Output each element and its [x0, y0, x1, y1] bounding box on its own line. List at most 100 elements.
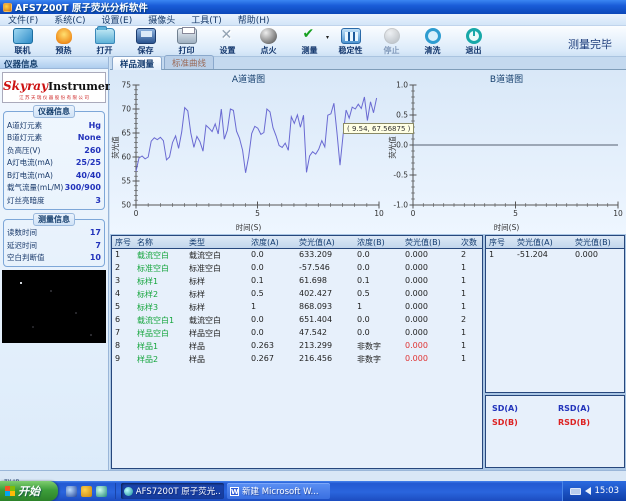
cell-conc-a: 0.0 [248, 262, 296, 275]
instrument-field-row-0: A道灯元素 Hg [7, 119, 101, 132]
cell-name: 样品2 [134, 353, 186, 366]
connect-button[interactable]: 联机 [2, 26, 43, 56]
table-row[interactable]: 5标样3标样1868.09310.0001 [112, 301, 482, 314]
settings-button[interactable]: 设置 [207, 26, 248, 56]
result-row[interactable]: 1-51.2040.000 [486, 249, 624, 262]
brand-logo: SkyrayInstrument 江 苏 天 瑞 仪 器 股 份 有 限 公 司 [2, 72, 106, 103]
menu-item-camera[interactable]: 摄像头 [140, 13, 183, 26]
chart-plot: 1.00.50.0-0.5-1.00510 [413, 85, 618, 205]
table-row[interactable]: 4标样2标样0.5402.4270.50.0001 [112, 288, 482, 301]
menu-item-system[interactable]: 系统(C) [46, 13, 93, 26]
exit-button[interactable]: 退出 [453, 26, 494, 56]
cell-fluo-a: -57.546 [296, 262, 354, 275]
svg-text:1.0: 1.0 [396, 81, 408, 90]
preheat-button[interactable]: 预热 [43, 26, 84, 56]
toolbar: 联机预热打开保存打印设置点火测量▾稳定性停止清洗退出 测量完毕 [0, 26, 626, 57]
tab-strip: 样品测量标准曲线 [110, 57, 626, 70]
quick-launch-icon-1[interactable] [66, 486, 77, 497]
table-row[interactable]: 2标准空白标准空白0.0-57.5460.00.0001 [112, 262, 482, 275]
cell-times: 1 [458, 340, 482, 353]
svg-text:75: 75 [121, 81, 131, 90]
cell-no: 6 [112, 314, 134, 327]
exit-button-label: 退出 [466, 45, 482, 56]
cell-times: 1 [458, 301, 482, 314]
measure-field-label-1: 延迟时间 [7, 240, 37, 251]
cell-conc-b: 0.0 [354, 327, 402, 340]
windows-logo-icon [5, 486, 15, 496]
table-row[interactable]: 9样品2样品0.267216.456非数字0.0001 [112, 353, 482, 366]
channel-b-chart: B道谱图荧光值时间(S)1.00.50.0-0.5-1.00510 [387, 70, 626, 234]
cell-conc-a: 0.1 [248, 275, 296, 288]
instrument-field-value-5: 300/900 [65, 183, 101, 192]
chart-title: A道谱图 [110, 72, 387, 85]
exit-icon [466, 28, 482, 44]
main-area: 样品测量标准曲线 A道谱图荧光值时间(S)5055606570750510 B道… [110, 57, 626, 470]
connect-button-label: 联机 [15, 45, 31, 56]
tab-sample-measure[interactable]: 样品测量 [112, 56, 162, 70]
instrument-field-row-5: 载气流量(mL/M)300/900 [7, 182, 101, 195]
preheat-icon [56, 28, 72, 44]
cell-fluo-a: 651.404 [296, 314, 354, 327]
table-row[interactable]: 7样品空白样品空白0.047.5420.00.0001 [112, 327, 482, 340]
cell-fluo-b: 0.000 [402, 301, 458, 314]
cell-name: 样品空白 [134, 327, 186, 340]
clean-button-label: 清洗 [425, 45, 441, 56]
stop-icon [384, 28, 400, 44]
cell-type: 样品 [186, 353, 248, 366]
svg-text:70: 70 [121, 105, 131, 114]
tab-standard-curve[interactable]: 标准曲线 [164, 55, 214, 69]
start-button[interactable]: 开始 [0, 481, 58, 501]
cell-conc-b: 1 [354, 301, 402, 314]
cell-fluo-a: 868.093 [296, 301, 354, 314]
print-button[interactable]: 打印 [166, 26, 207, 56]
save-button[interactable]: 保存 [125, 26, 166, 56]
clean-icon [425, 28, 441, 44]
measure-field-row-1: 延迟时间7 [7, 239, 101, 252]
svg-text:-1.0: -1.0 [393, 201, 408, 210]
taskbar-button-afs-app[interactable]: AFS7200T 原子荧光... [121, 483, 224, 499]
table-row[interactable]: 8样品1样品0.263213.299非数字0.0001 [112, 340, 482, 353]
result-col-header-0: 序号 [486, 236, 514, 248]
sample-table-header: 序号名称类型浓度(A)荧光值(A)浓度(B)荧光值(B)次数 [112, 236, 482, 249]
taskbar-button-word-doc[interactable]: W新建 Microsoft W... [227, 483, 330, 499]
cell-fluo-a: 633.209 [296, 249, 354, 262]
cell-no: 7 [112, 327, 134, 340]
table-row[interactable]: 3标样1标样0.161.6980.10.0001 [112, 275, 482, 288]
table-row[interactable]: 1载流空白载流空白0.0633.2090.00.0002 [112, 249, 482, 262]
measure-dropdown-arrow-icon[interactable]: ▾ [326, 34, 329, 41]
menu-item-tools[interactable]: 工具(T) [183, 13, 230, 26]
instrument-field-label-0: A道灯元素 [7, 120, 42, 131]
stability-button[interactable]: 稳定性 [330, 26, 371, 56]
cell-no: 3 [112, 275, 134, 288]
open-button[interactable]: 打开 [84, 26, 125, 56]
menu-item-file[interactable]: 文件(F) [0, 13, 46, 26]
measure-button[interactable]: 测量▾ [289, 26, 330, 56]
cell-no: 8 [112, 340, 134, 353]
menu-bar: 文件(F)系统(C)设置(E)摄像头工具(T)帮助(H) [0, 14, 626, 26]
quick-launch-icon-3[interactable] [96, 486, 107, 497]
svg-text:0: 0 [134, 209, 139, 218]
cell-no: 1 [486, 249, 514, 262]
ime-keyboard-icon[interactable] [570, 488, 581, 495]
sample-col-header-4: 荧光值(A) [296, 236, 354, 248]
instrument-field-value-2: 260 [84, 146, 101, 155]
cell-type: 载流空白 [186, 314, 248, 327]
cell-fluo-b: 0.000 [402, 340, 458, 353]
clean-button[interactable]: 清洗 [412, 26, 453, 56]
volume-icon[interactable] [585, 487, 591, 495]
cell-conc-a: 0.0 [248, 249, 296, 262]
chart-y-axis-label: 荧光值 [110, 136, 121, 159]
quick-launch-icon-2[interactable] [81, 486, 92, 497]
instrument-field-value-0: Hg [89, 121, 101, 130]
brand-logo-red: Skyray [3, 79, 48, 93]
sample-col-header-6: 荧光值(B) [402, 236, 458, 248]
menu-item-settings[interactable]: 设置(E) [94, 13, 141, 26]
menu-item-help[interactable]: 帮助(H) [230, 13, 278, 26]
save-icon [136, 28, 156, 44]
measure-field-value-0: 17 [90, 228, 101, 237]
instrument-field-label-2: 负高压(V) [7, 145, 40, 156]
table-row[interactable]: 6载流空白1载流空白0.0651.4040.00.0002 [112, 314, 482, 327]
svg-text:65: 65 [121, 129, 131, 138]
ignite-button[interactable]: 点火 [248, 26, 289, 56]
sample-col-header-7: 次数 [458, 236, 482, 248]
